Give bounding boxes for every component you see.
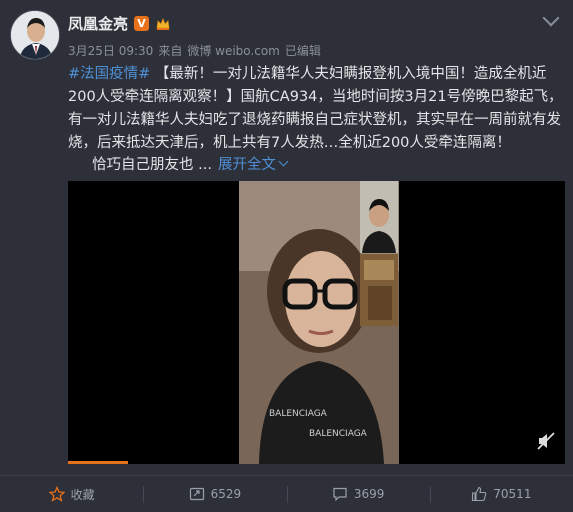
video-thumbnail: [360, 181, 398, 253]
chevron-down-icon[interactable]: [542, 9, 560, 27]
chevron-down-icon: [278, 156, 289, 167]
collect-label: 收藏: [70, 487, 95, 502]
verified-badge: V: [134, 16, 150, 31]
video-player[interactable]: BALENCIAGA BALENCIAGA: [68, 181, 565, 464]
star-icon: [48, 486, 65, 502]
svg-text:BALENCIAGA: BALENCIAGA: [269, 409, 328, 419]
svg-text:BALENCIAGA: BALENCIAGA: [309, 429, 368, 439]
post-actions: 收藏 6529 3699 70511: [0, 475, 573, 512]
edited-label[interactable]: 已编辑: [285, 42, 321, 59]
post-text-more: 恰巧自己朋友也 ... 展开全文: [92, 153, 289, 174]
mute-icon[interactable]: [537, 432, 555, 450]
comment-icon: [333, 487, 347, 502]
like-icon: [472, 486, 487, 502]
author-name[interactable]: 凤凰金亮: [68, 13, 128, 34]
post-date[interactable]: 3月25日 09:30: [68, 42, 153, 59]
expand-full-text-link[interactable]: 展开全文: [217, 153, 289, 174]
repost-button[interactable]: 6529: [143, 476, 286, 512]
source-prefix: 来自: [158, 44, 183, 58]
expand-label: 展开全文: [217, 157, 276, 173]
comment-count: 3699: [353, 487, 385, 501]
repost-count: 6529: [210, 487, 242, 501]
comment-button[interactable]: 3699: [286, 476, 430, 512]
collect-button[interactable]: 收藏: [0, 476, 143, 512]
repost-icon: [189, 487, 204, 501]
like-button[interactable]: 70511: [429, 476, 573, 512]
crown-icon: [156, 17, 170, 30]
post-source[interactable]: 微博 weibo.com: [187, 42, 280, 59]
post-text: #法国疫情# 【最新！一对儿法籍华人夫妇瞒报登机入境中国！造成全机近200人受牵…: [68, 63, 563, 155]
author: 凤凰金亮 V: [68, 13, 171, 34]
post-meta: 3月25日 09:30 来自 微博 weibo.com 已编辑: [68, 42, 321, 59]
hashtag-link[interactable]: #法国疫情#: [68, 66, 150, 82]
like-count: 70511: [493, 487, 532, 501]
video-thumbnail: [360, 254, 398, 326]
weibo-post: 凤凰金亮 V 3月25日 09:30 来自 微博 weibo.com 已编辑 #…: [0, 0, 573, 512]
avatar[interactable]: [10, 10, 60, 60]
video-progress-bar[interactable]: [68, 461, 128, 464]
post-preview: 恰巧自己朋友也 ...: [92, 157, 212, 173]
